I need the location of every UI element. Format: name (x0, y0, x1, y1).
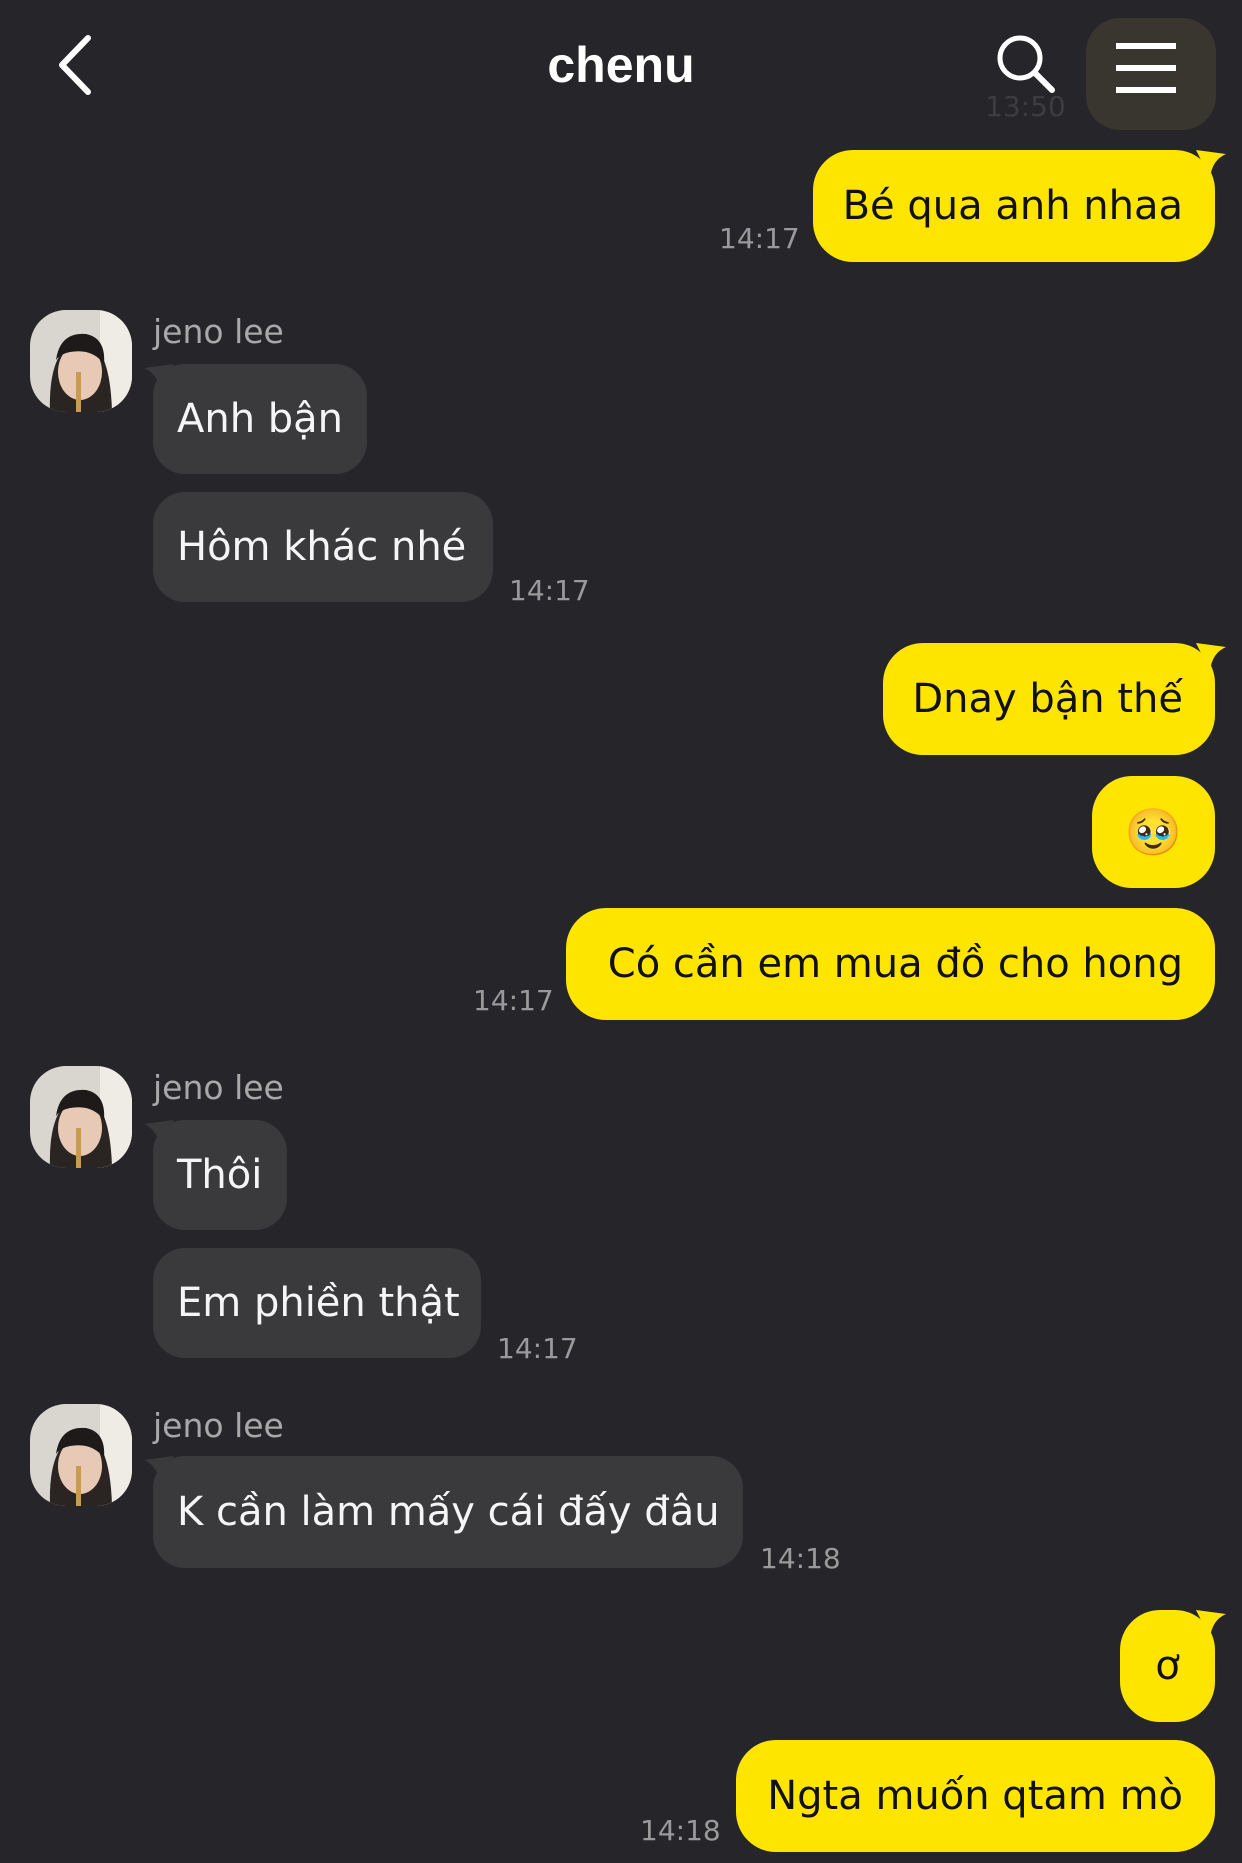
bubble-tail (1196, 150, 1226, 178)
avatar[interactable] (30, 1404, 132, 1506)
incoming-message-bubble[interactable]: K cần làm mấy cái đấy đâu (153, 1456, 743, 1568)
message-text: Dnay bận thế (912, 676, 1183, 722)
sender-name: jeno lee (153, 1068, 284, 1107)
message-timestamp: 14:17 (509, 574, 590, 607)
message-text: ơ (1155, 1643, 1180, 1689)
menu-icon (1116, 43, 1176, 93)
message-timestamp: 14:17 (497, 1332, 578, 1365)
outgoing-message-bubble[interactable]: Dnay bận thế (883, 643, 1215, 755)
message-text: K cần làm mấy cái đấy đâu (177, 1489, 720, 1535)
message-text: Bé qua anh nhaa (842, 183, 1183, 229)
message-text: Ngta muốn qtam mò (767, 1773, 1183, 1819)
incoming-message-bubble[interactable]: Hôm khác nhé (153, 492, 493, 602)
message-text: Thôi (177, 1152, 263, 1198)
message-timestamp: 14:17 (719, 222, 800, 255)
incoming-message-bubble[interactable]: Thôi (153, 1120, 287, 1230)
sender-name: jeno lee (153, 1406, 284, 1445)
avatar-photo (30, 1066, 132, 1168)
message-timestamp: 14:18 (640, 1814, 721, 1847)
message-timestamp: 14:17 (473, 984, 554, 1017)
outgoing-message-bubble[interactable]: Bé qua anh nhaa (813, 150, 1215, 262)
search-icon (997, 35, 1055, 93)
outgoing-message-bubble[interactable]: Có cần em mua đồ cho hong (566, 908, 1215, 1020)
outgoing-message-bubble[interactable]: 🥹 (1092, 776, 1215, 888)
search-button[interactable] (990, 28, 1060, 98)
incoming-message-bubble[interactable]: Anh bận (153, 364, 367, 474)
avatar[interactable] (30, 1066, 132, 1168)
menu-button[interactable] (1086, 18, 1216, 130)
bubble-tail (1196, 1610, 1226, 1638)
avatar-photo (30, 1404, 132, 1506)
emoji-message: 🥹 (1124, 805, 1183, 859)
faded-timestamp: 13:50 (985, 90, 1066, 123)
avatar[interactable] (30, 310, 132, 412)
message-text: Em phiền thật (177, 1280, 460, 1326)
message-timestamp: 14:18 (760, 1542, 841, 1575)
message-text: Có cần em mua đồ cho hong (607, 941, 1183, 987)
avatar-photo (30, 310, 132, 412)
chat-header: chenu 13:50 (0, 0, 1242, 140)
bubble-tail (1196, 643, 1226, 671)
incoming-message-bubble[interactable]: Em phiền thật (153, 1248, 481, 1358)
outgoing-message-bubble[interactable]: Ngta muốn qtam mò (736, 1740, 1215, 1852)
sender-name: jeno lee (153, 312, 284, 351)
message-text: Anh bận (177, 396, 344, 442)
message-text: Hôm khác nhé (177, 524, 467, 570)
